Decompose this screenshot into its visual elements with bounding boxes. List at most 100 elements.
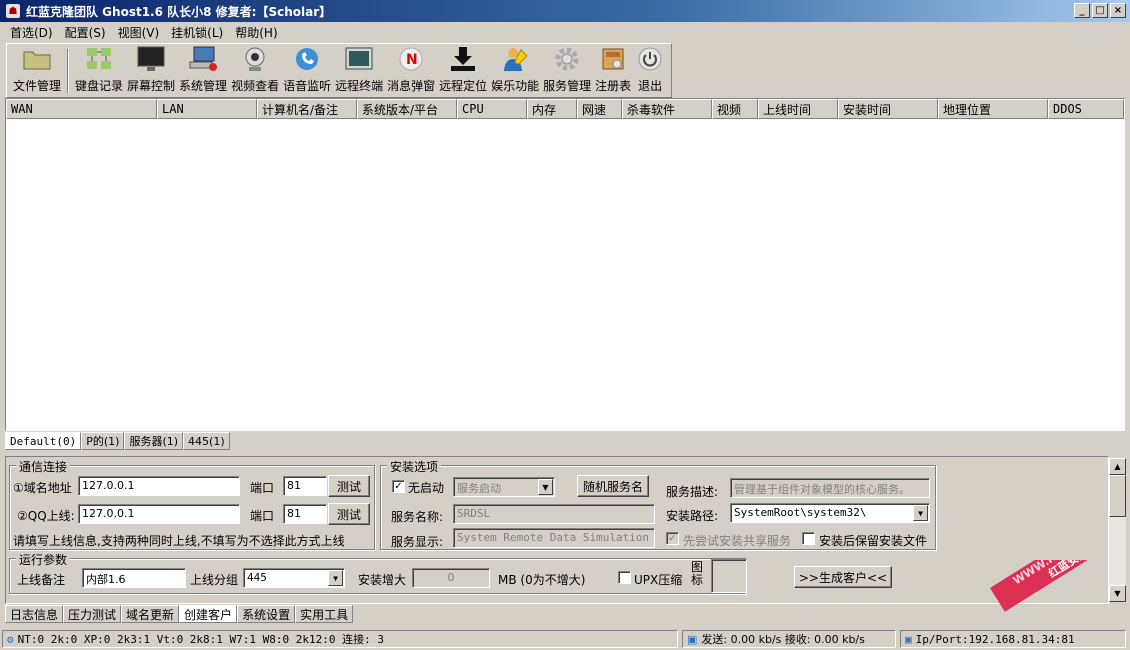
menu-lock[interactable]: 挂机锁(L) bbox=[165, 24, 229, 41]
domain-input[interactable]: 127.0.0.1 bbox=[78, 476, 240, 496]
message-icon: N bbox=[396, 45, 426, 73]
voice-listen-button[interactable]: 语音监听 bbox=[281, 44, 333, 97]
screen-control-button[interactable]: 屏幕控制 bbox=[125, 44, 177, 97]
toolbar-label: 消息弹窗 bbox=[387, 79, 436, 93]
chevron-down-icon: ▼ bbox=[328, 570, 343, 586]
port-label: 端口 bbox=[250, 481, 275, 495]
run-group-title: 运行参数 bbox=[16, 551, 71, 568]
col-cpu[interactable]: CPU bbox=[457, 99, 527, 119]
toolbar-label: 语音监听 bbox=[283, 79, 332, 93]
service-desc-label: 服务描述: bbox=[666, 485, 719, 499]
computer-icon bbox=[188, 45, 218, 73]
port1-input[interactable]: 81 bbox=[283, 476, 327, 496]
power-icon bbox=[635, 45, 665, 73]
col-ddos[interactable]: DDOS bbox=[1048, 99, 1124, 119]
col-memory[interactable]: 内存 bbox=[527, 99, 577, 119]
col-antivirus[interactable]: 杀毒软件 bbox=[622, 99, 712, 119]
tab-domain-update[interactable]: 域名更新 bbox=[121, 605, 180, 623]
tab-group-default[interactable]: Default(0) bbox=[5, 432, 82, 450]
menu-view[interactable]: 视图(V) bbox=[112, 24, 166, 41]
service-name-input[interactable]: SRDSL bbox=[453, 504, 655, 524]
online-group-select[interactable]: 445 ▼ bbox=[243, 568, 345, 588]
online-group-label: 上线分组 bbox=[190, 573, 239, 587]
message-popup-button[interactable]: N 消息弹窗 bbox=[385, 44, 437, 97]
col-os-version[interactable]: 系统版本/平台 bbox=[357, 99, 457, 119]
minimize-button[interactable]: _ bbox=[1074, 3, 1090, 18]
remote-terminal-button[interactable]: 远程终端 bbox=[333, 44, 385, 97]
col-computer-name[interactable]: 计算机名/备注 bbox=[257, 99, 357, 119]
window-title: 红蓝克隆团队 Ghost1.6 队长小8 修复者:【Scholar】 bbox=[26, 4, 332, 19]
no-start-checkbox[interactable]: ✓ bbox=[392, 480, 405, 493]
service-display-label: 服务显示: bbox=[391, 535, 444, 549]
toolbar: 文件管理 键盘记录 屏幕控制 系统管理 视频查看 语音监听 远程终端 N 消息弹… bbox=[6, 43, 673, 98]
folder-icon bbox=[22, 45, 52, 73]
menu-config[interactable]: 配置(S) bbox=[59, 24, 112, 41]
col-install-time[interactable]: 安装时间 bbox=[838, 99, 938, 119]
icon-preview[interactable] bbox=[711, 559, 747, 593]
col-location[interactable]: 地理位置 bbox=[938, 99, 1048, 119]
host-list[interactable]: WAN LAN 计算机名/备注 系统版本/平台 CPU 内存 网速 杀毒软件 视… bbox=[5, 98, 1125, 431]
upx-label: UPX压缩 bbox=[634, 573, 683, 587]
tab-stress-test[interactable]: 压力测试 bbox=[63, 605, 122, 623]
keep-file-checkbox[interactable] bbox=[802, 532, 815, 545]
app-icon: ☗ bbox=[6, 4, 20, 18]
file-manager-button[interactable]: 文件管理 bbox=[11, 44, 63, 97]
scroll-up-icon[interactable]: ▲ bbox=[1109, 458, 1126, 475]
online-note-label: 上线备注 bbox=[17, 573, 66, 587]
bottom-tabs: 日志信息 压力测试 域名更新 创建客户 系统设置 实用工具 bbox=[5, 605, 354, 623]
maximize-button[interactable]: □ bbox=[1092, 3, 1108, 18]
gear-icon bbox=[552, 45, 582, 73]
exit-button[interactable]: 退出 bbox=[633, 44, 667, 97]
keylog-button[interactable]: 键盘记录 bbox=[73, 44, 125, 97]
tab-group-p[interactable]: P的(1) bbox=[81, 432, 125, 450]
port2-input[interactable]: 81 bbox=[283, 504, 327, 524]
online-note-input[interactable]: 内部1.6 bbox=[82, 568, 186, 588]
share-service-checkbox[interactable]: ✓ bbox=[666, 532, 679, 545]
system-manage-button[interactable]: 系统管理 bbox=[177, 44, 229, 97]
test2-button[interactable]: 测试 bbox=[328, 503, 370, 525]
size-increase-input[interactable]: 0 bbox=[412, 568, 490, 588]
tab-group-server[interactable]: 服务器(1) bbox=[124, 432, 184, 450]
service-start-select[interactable]: 服务启动 ▼ bbox=[453, 477, 555, 497]
col-video[interactable]: 视频 bbox=[712, 99, 758, 119]
menu-bar: 首选(D) 配置(S) 视图(V) 挂机锁(L) 帮助(H) bbox=[0, 22, 1130, 42]
generate-client-button[interactable]: >>生成客户<< bbox=[794, 566, 892, 588]
monitor-icon: ▣ bbox=[687, 632, 698, 646]
toolbar-label: 视频查看 bbox=[231, 79, 280, 93]
test1-button[interactable]: 测试 bbox=[328, 475, 370, 497]
tab-system-settings[interactable]: 系统设置 bbox=[237, 605, 296, 623]
close-button[interactable]: × bbox=[1110, 3, 1126, 18]
col-net-speed[interactable]: 网速 bbox=[577, 99, 622, 119]
service-manage-button[interactable]: 服务管理 bbox=[541, 44, 593, 97]
domain-label: ①域名地址 bbox=[13, 481, 72, 495]
scroll-thumb[interactable] bbox=[1109, 475, 1126, 517]
list-header: WAN LAN 计算机名/备注 系统版本/平台 CPU 内存 网速 杀毒软件 视… bbox=[6, 99, 1124, 119]
install-path-select[interactable]: SystemRoot\system32\ ▼ bbox=[730, 503, 930, 523]
size-increase-label: 安装增大 bbox=[358, 573, 407, 587]
scroll-down-icon[interactable]: ▼ bbox=[1109, 585, 1126, 602]
toolbar-label: 注册表 bbox=[595, 79, 632, 93]
random-service-button[interactable]: 随机服务名 bbox=[577, 475, 649, 497]
panel-scrollbar[interactable]: ▲ ▼ bbox=[1109, 458, 1126, 602]
service-display-input[interactable]: System Remote Data Simulation Lay bbox=[453, 528, 655, 548]
menu-help[interactable]: 帮助(H) bbox=[229, 24, 283, 41]
col-lan[interactable]: LAN bbox=[157, 99, 257, 119]
qq-label: ②QQ上线: bbox=[17, 509, 75, 523]
tab-tools[interactable]: 实用工具 bbox=[295, 605, 354, 623]
group-tabs: Default(0) P的(1) 服务器(1) 445(1) bbox=[5, 432, 230, 450]
tab-group-445[interactable]: 445(1) bbox=[183, 432, 230, 450]
col-wan[interactable]: WAN bbox=[6, 99, 157, 119]
service-desc-input[interactable]: 管理基于组件对象模型的核心服务。 bbox=[730, 478, 930, 498]
toolbar-label: 远程终端 bbox=[335, 79, 384, 93]
tab-log[interactable]: 日志信息 bbox=[5, 605, 64, 623]
menu-first[interactable]: 首选(D) bbox=[4, 24, 59, 41]
monitor-icon bbox=[136, 45, 166, 73]
upx-checkbox[interactable] bbox=[618, 571, 631, 584]
qq-input[interactable]: 127.0.0.1 bbox=[78, 504, 240, 524]
remote-locate-button[interactable]: 远程定位 bbox=[437, 44, 489, 97]
video-view-button[interactable]: 视频查看 bbox=[229, 44, 281, 97]
registry-button[interactable]: 注册表 bbox=[593, 44, 633, 97]
tab-create-client[interactable]: 创建客户 bbox=[179, 605, 238, 623]
entertainment-button[interactable]: 娱乐功能 bbox=[489, 44, 541, 97]
col-online-time[interactable]: 上线时间 bbox=[758, 99, 838, 119]
